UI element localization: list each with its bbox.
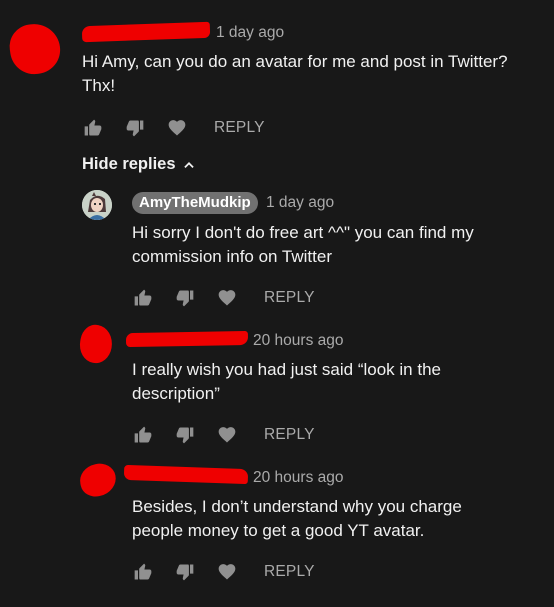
redacted-avatar: [6, 20, 64, 78]
redacted-author-name: [125, 330, 249, 348]
heart-icon[interactable]: [166, 117, 188, 139]
heart-icon[interactable]: [216, 287, 238, 309]
redacted-author-name: [123, 464, 249, 485]
reply-text: I really wish you had just said “look in…: [132, 360, 441, 403]
redacted-avatar: [77, 460, 119, 500]
chevron-up-icon: [182, 158, 196, 172]
comment-timestamp: 1 day ago: [216, 24, 285, 41]
hide-replies-label: Hide replies: [82, 155, 176, 173]
like-icon[interactable]: [82, 117, 104, 139]
reply-button[interactable]: REPLY: [264, 426, 315, 444]
reply-text: Hi sorry I don't do free art ^^" you can…: [132, 223, 474, 266]
reply-actions: REPLY: [132, 423, 315, 447]
reply-timestamp: 20 hours ago: [253, 469, 344, 486]
comment-text: Hi Amy, can you do an avatar for me and …: [82, 52, 508, 95]
avatar[interactable]: [82, 190, 112, 220]
comment-actions: REPLY: [82, 116, 265, 140]
like-icon[interactable]: [132, 424, 154, 446]
reply-text: Besides, I don’t understand why you char…: [132, 497, 462, 540]
reply-actions: REPLY: [132, 560, 315, 584]
heart-icon[interactable]: [216, 561, 238, 583]
reply-button[interactable]: REPLY: [264, 563, 315, 581]
hide-replies-button[interactable]: Hide replies: [82, 155, 196, 174]
dislike-icon[interactable]: [124, 117, 146, 139]
reply-button[interactable]: REPLY: [214, 119, 265, 137]
dislike-icon[interactable]: [174, 424, 196, 446]
redacted-avatar: [76, 322, 116, 366]
reply-actions: REPLY: [132, 286, 315, 310]
like-icon[interactable]: [132, 561, 154, 583]
reply-timestamp: 20 hours ago: [253, 332, 344, 349]
redacted-author-name: [81, 21, 211, 43]
author-badge[interactable]: AmyTheMudkip: [132, 192, 258, 214]
dislike-icon[interactable]: [174, 561, 196, 583]
like-icon[interactable]: [132, 287, 154, 309]
dislike-icon[interactable]: [174, 287, 196, 309]
reply-button[interactable]: REPLY: [264, 289, 315, 307]
reply-timestamp: 1 day ago: [266, 194, 335, 211]
heart-icon[interactable]: [216, 424, 238, 446]
